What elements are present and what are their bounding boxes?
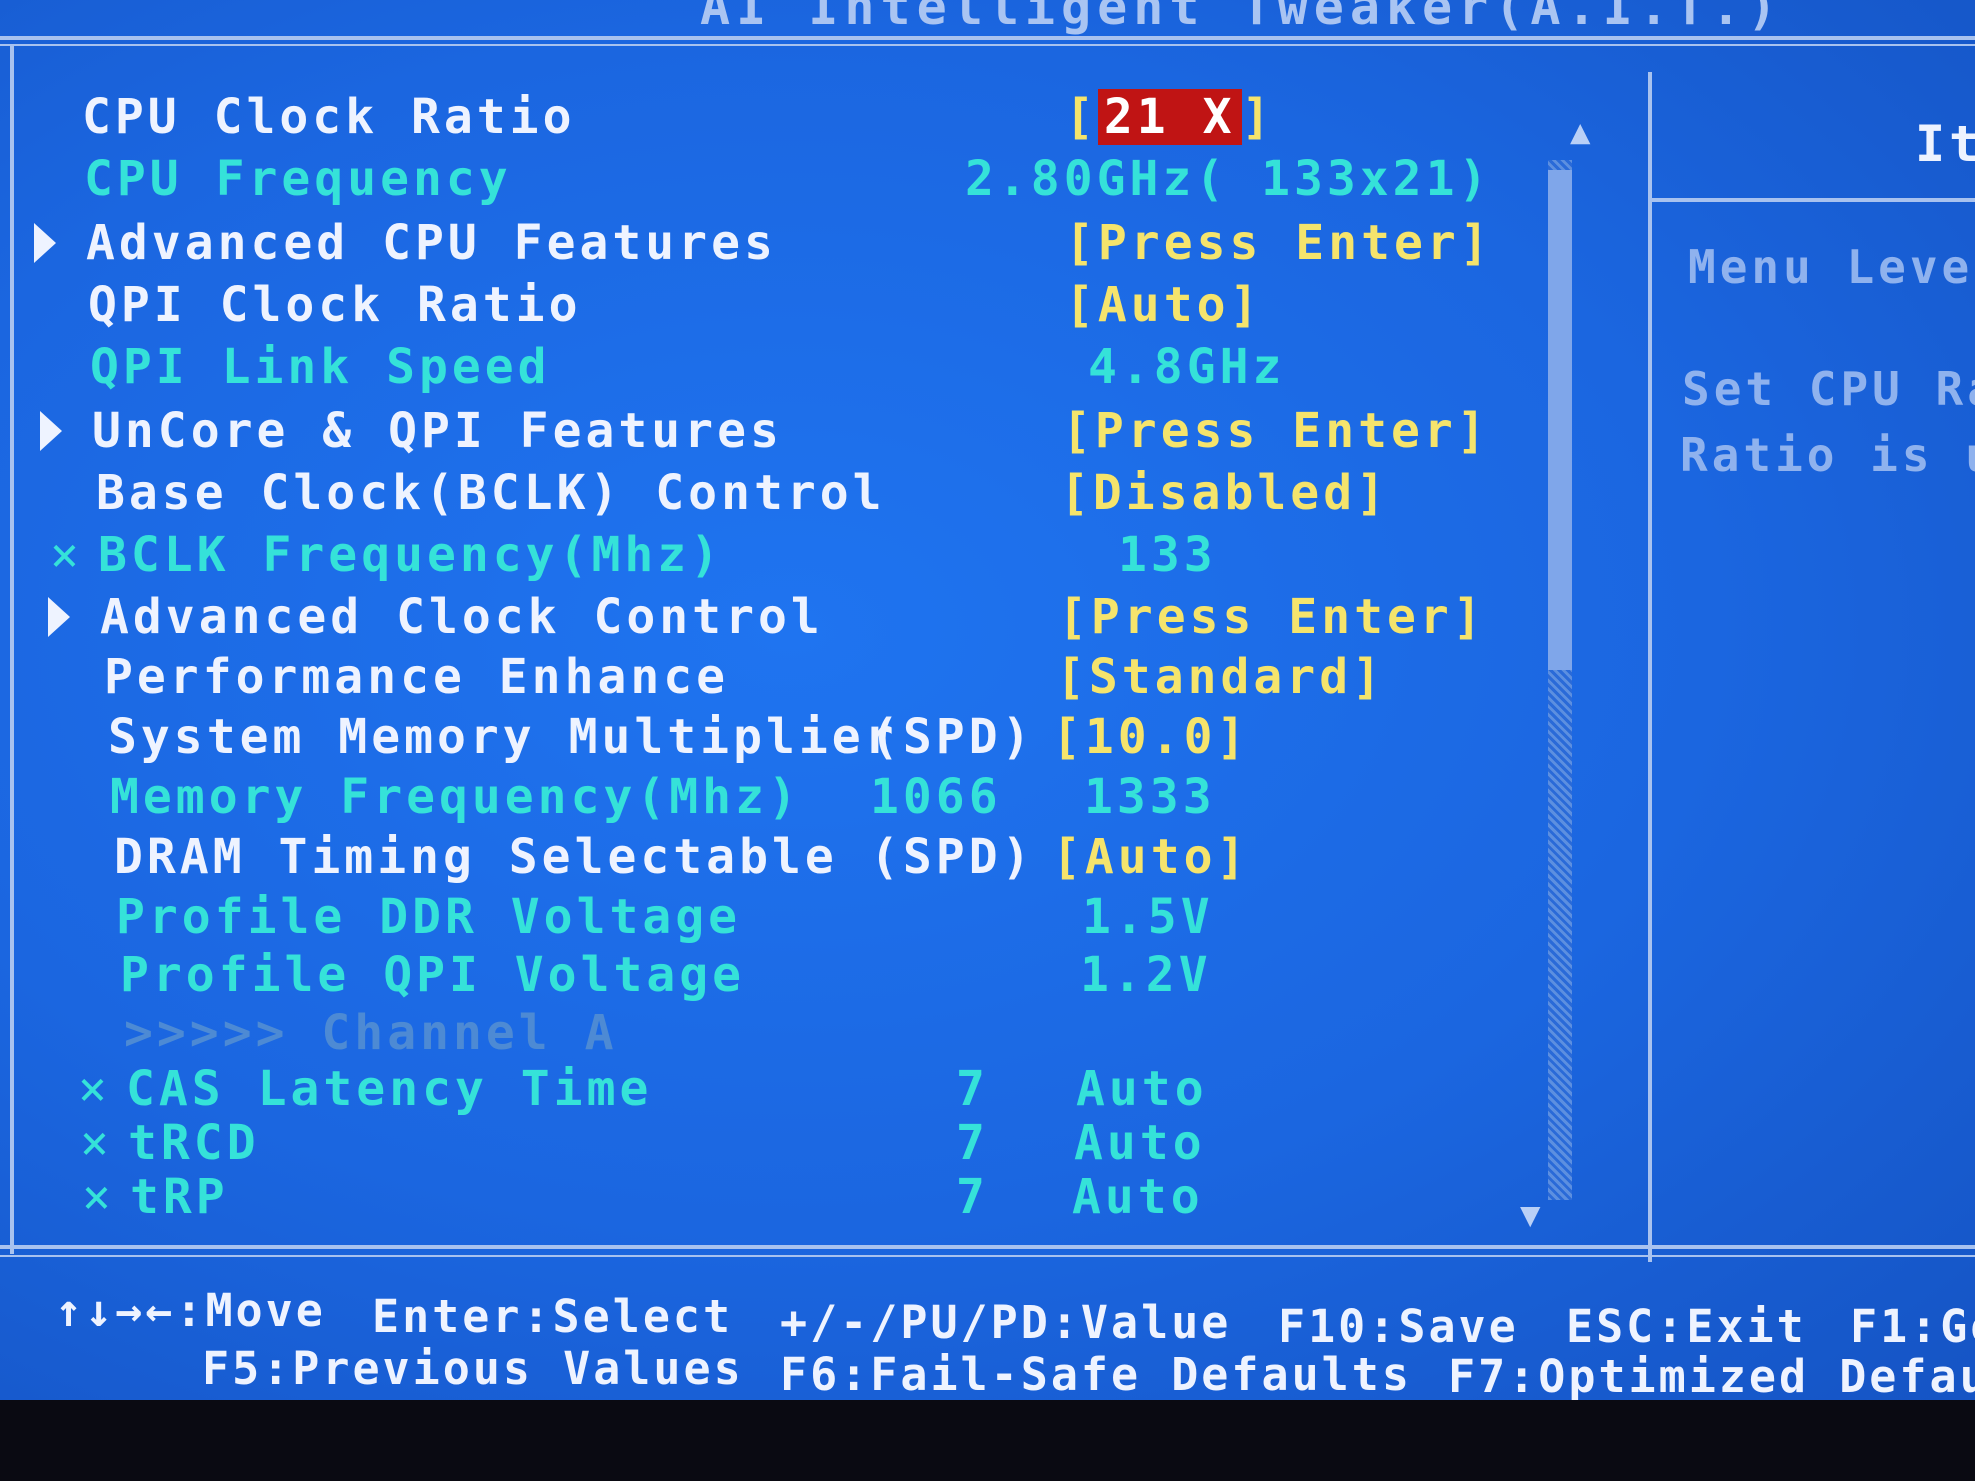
setting-value[interactable]: [Press Enter] xyxy=(1058,588,1486,646)
setting-mid-value: 7 xyxy=(956,1169,989,1225)
selected-value-highlight[interactable]: 21 X xyxy=(1097,89,1242,145)
setting-row-trp: × tRP 7 Auto xyxy=(0,1168,1600,1226)
setting-row-trcd: × tRCD 7 Auto xyxy=(0,1114,1600,1172)
help-line-menu-level: Menu Leve xyxy=(1688,240,1974,294)
setting-row-performance-enhance[interactable]: Performance Enhance [Standard] xyxy=(0,648,1600,706)
help-line-description-1: Set CPU Ra xyxy=(1682,362,1975,416)
scroll-up-icon[interactable]: ▲ xyxy=(1570,112,1590,152)
setting-value[interactable]: [Standard] xyxy=(1056,648,1385,706)
footer-save: F10:Save xyxy=(1278,1300,1519,1353)
footer-exit: ESC:Exit xyxy=(1566,1300,1807,1353)
setting-row-profile-qpi-voltage: Profile QPI Voltage 1.2V xyxy=(0,946,1600,1004)
setting-row-advanced-cpu-features[interactable]: Advanced CPU Features [Press Enter] xyxy=(0,214,1600,272)
setting-label: Performance Enhance xyxy=(104,649,730,705)
setting-label: >>>>> Channel A xyxy=(124,1005,618,1061)
setting-value: Auto xyxy=(1076,1061,1208,1117)
footer-previous-values: F5:Previous Values xyxy=(202,1342,744,1395)
setting-label: CAS Latency Time xyxy=(126,1061,653,1117)
setting-value[interactable]: [Press Enter] xyxy=(1062,402,1490,460)
top-border-inner xyxy=(0,44,1975,46)
setting-value[interactable]: [Press Enter] xyxy=(1065,214,1493,272)
setting-label: tRP xyxy=(130,1169,229,1225)
setting-label: DRAM Timing Selectable xyxy=(114,829,838,885)
setting-value[interactable]: [21 X] xyxy=(1065,88,1274,146)
footer-general: F1:Ge xyxy=(1850,1300,1975,1353)
footer-move: ↑↓→←:Move xyxy=(55,1284,326,1337)
scrollbar-thumb[interactable] xyxy=(1548,170,1572,670)
disabled-x-icon: × xyxy=(78,1061,111,1117)
setting-row-memory-frequency-mhz: Memory Frequency(Mhz) 1066 1333 xyxy=(0,768,1600,826)
page-title: AI Intelligent Tweaker(A.I.T.) xyxy=(700,0,1784,36)
setting-row-qpi-link-speed: QPI Link Speed 4.8GHz xyxy=(0,338,1600,396)
setting-row-advanced-clock-control[interactable]: Advanced Clock Control [Press Enter] xyxy=(0,588,1600,646)
setting-row-channel-a: >>>>> Channel A xyxy=(0,1004,1600,1062)
setting-value[interactable]: [Auto] xyxy=(1065,276,1262,334)
submenu-arrow-icon xyxy=(48,597,70,637)
setting-row-dram-timing-selectable[interactable]: DRAM Timing Selectable (SPD) [Auto] xyxy=(0,828,1600,886)
setting-label: BCLK Frequency(Mhz) xyxy=(98,527,724,583)
submenu-arrow-icon xyxy=(40,411,62,451)
setting-value: 4.8GHz xyxy=(1088,339,1286,395)
setting-row-uncore-qpi-features[interactable]: UnCore & QPI Features [Press Enter] xyxy=(0,402,1600,460)
disabled-x-icon: × xyxy=(50,527,83,583)
setting-label: CPU Frequency xyxy=(84,151,512,207)
setting-label: Profile DDR Voltage xyxy=(116,889,742,945)
setting-row-cas-latency-time: × CAS Latency Time 7 Auto xyxy=(0,1060,1600,1118)
setting-value: 1.2V xyxy=(1080,947,1212,1003)
setting-value[interactable]: [Auto] xyxy=(1052,828,1249,886)
setting-label: Advanced CPU Features xyxy=(86,215,777,271)
setting-label: Memory Frequency(Mhz) xyxy=(110,769,801,825)
footer-fail-safe-defaults: F6:Fail-Safe Defaults xyxy=(780,1348,1412,1400)
top-border xyxy=(0,36,1975,40)
setting-label: QPI Link Speed xyxy=(90,339,551,395)
setting-row-system-memory-multiplier[interactable]: System Memory Multiplier (SPD) [10.0] xyxy=(0,708,1600,766)
submenu-arrow-icon xyxy=(34,223,56,263)
setting-value[interactable]: [10.0] xyxy=(1052,708,1249,766)
bottom-border-inner xyxy=(0,1255,1975,1257)
setting-label: Advanced Clock Control xyxy=(100,589,824,645)
setting-mid-value: 7 xyxy=(956,1115,989,1171)
disabled-x-icon: × xyxy=(80,1115,113,1171)
setting-label: UnCore & QPI Features xyxy=(92,403,783,459)
setting-value: 1333 xyxy=(1084,769,1216,825)
footer-optimized-defaults: F7:Optimized Defau xyxy=(1448,1350,1975,1400)
setting-label: System Memory Multiplier xyxy=(108,709,898,765)
setting-row-cpu-frequency: CPU Frequency 2.80GHz( 133x21) xyxy=(0,150,1600,208)
setting-row-bclk-frequency-mhz: × BCLK Frequency(Mhz) 133 xyxy=(0,526,1600,584)
setting-label: Profile QPI Voltage xyxy=(120,947,746,1003)
setting-value[interactable]: [Disabled] xyxy=(1060,464,1389,522)
setting-row-qpi-clock-ratio[interactable]: QPI Clock Ratio [Auto] xyxy=(0,276,1600,334)
panel-divider xyxy=(1648,72,1652,1262)
help-header-divider xyxy=(1648,198,1975,202)
setting-value: 133 xyxy=(1118,527,1217,583)
setting-label: CPU Clock Ratio xyxy=(82,89,576,145)
scroll-down-icon[interactable]: ▼ xyxy=(1520,1195,1540,1235)
bottom-border xyxy=(0,1245,1975,1249)
disabled-x-icon: × xyxy=(82,1169,115,1225)
footer-select: Enter:Select xyxy=(372,1290,734,1343)
setting-row-profile-ddr-voltage: Profile DDR Voltage 1.5V xyxy=(0,888,1600,946)
setting-row-cpu-clock-ratio[interactable]: CPU Clock Ratio [21 X] xyxy=(0,88,1600,146)
footer-value: +/-/PU/PD:Value xyxy=(780,1296,1232,1349)
setting-mid-value: (SPD) xyxy=(870,709,1035,765)
setting-label: Base Clock(BCLK) Control xyxy=(96,465,886,521)
help-title: It xyxy=(1915,115,1975,173)
setting-mid-value: 7 xyxy=(956,1061,989,1117)
setting-value: Auto xyxy=(1074,1115,1206,1171)
setting-value: Auto xyxy=(1072,1169,1204,1225)
help-line-description-2: Ratio is u xyxy=(1680,428,1975,482)
setting-row-base-clock-bclk-control[interactable]: Base Clock(BCLK) Control [Disabled] xyxy=(0,464,1600,522)
setting-mid-value: 1066 xyxy=(870,769,1002,825)
setting-label: QPI Clock Ratio xyxy=(88,277,582,333)
setting-label: tRCD xyxy=(128,1115,260,1171)
bios-screen: AI Intelligent Tweaker(A.I.T.) CPU Clock… xyxy=(0,0,1975,1400)
setting-value: 2.80GHz( 133x21) xyxy=(965,151,1492,207)
setting-mid-value: (SPD) xyxy=(870,829,1035,885)
setting-value: 1.5V xyxy=(1082,889,1214,945)
